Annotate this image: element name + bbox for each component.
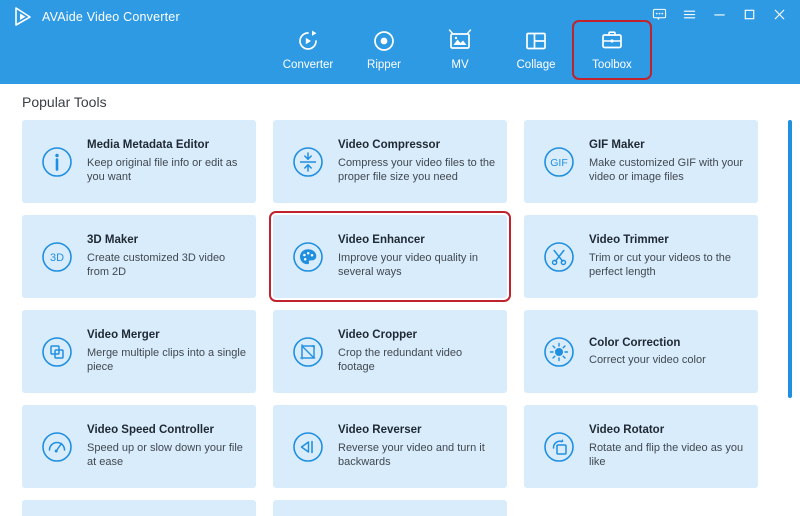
tool-desc: Trim or cut your videos to the perfect l… [589, 251, 732, 279]
tool-card-video-speed-controller[interactable]: Video Speed Controller Speed up or slow … [22, 405, 256, 488]
main-nav: Converter Ripper MV Collage Toolbox [0, 20, 800, 84]
tools-panel: Popular Tools Media Metadata Editor Keep… [0, 84, 800, 516]
tool-card-video-merger[interactable]: Video Merger Merge multiple clips into a… [22, 310, 256, 393]
tool-card-video-compressor[interactable]: Video Compressor Compress your video fil… [273, 120, 507, 203]
gif-circle-icon: GIF [542, 145, 576, 179]
convert-arrows-icon [295, 27, 321, 55]
tool-card-video-trimmer[interactable]: Video Trimmer Trim or cut your videos to… [524, 215, 758, 298]
tool-desc: Improve your video quality in several wa… [338, 251, 479, 279]
crop-icon [291, 335, 325, 369]
tool-desc: Keep original file info or edit as you w… [87, 156, 238, 184]
tool-card-video-cropper[interactable]: Video Cropper Crop the redundant video f… [273, 310, 507, 393]
tool-title: Color Correction [589, 336, 681, 349]
tool-desc: Rotate and flip the video as you like [589, 441, 744, 469]
tool-title: GIF Maker [589, 139, 645, 152]
rotate-icon [542, 430, 576, 464]
vertical-scrollbar[interactable] [787, 120, 793, 512]
tool-title: Video Reverser [338, 424, 422, 437]
tool-card-video-reverser[interactable]: Video Reverser Reverse your video and tu… [273, 405, 507, 488]
tool-desc: Speed up or slow down your file at ease [87, 441, 243, 469]
tool-card-next-row-1[interactable] [22, 500, 256, 516]
rewind-icon [291, 430, 325, 464]
tool-card-media-metadata-editor[interactable]: Media Metadata Editor Keep original file… [22, 120, 256, 203]
tool-card-next-row-2[interactable] [273, 500, 507, 516]
tool-card-3d-maker[interactable]: 3D 3D Maker Create customized 3D video f… [22, 215, 256, 298]
tool-title: Video Cropper [338, 329, 418, 342]
svg-text:GIF: GIF [550, 157, 568, 169]
merge-squares-icon [40, 335, 74, 369]
svg-text:3D: 3D [50, 252, 64, 264]
layout-grid-icon [523, 27, 549, 55]
tool-title: Video Trimmer [589, 234, 669, 247]
tool-title: 3D Maker [87, 234, 139, 247]
nav-label: MV [451, 59, 469, 71]
nav-item-mv[interactable]: MV [422, 22, 498, 78]
tool-title: Video Compressor [338, 139, 441, 152]
tool-desc: Crop the redundant video footage [338, 346, 463, 374]
brightness-sun-icon [542, 335, 576, 369]
tool-title: Video Merger [87, 329, 160, 342]
tools-grid: Media Metadata Editor Keep original file… [22, 120, 758, 516]
nav-label: Collage [516, 59, 556, 71]
tool-desc: Merge multiple clips into a single piece [87, 346, 246, 374]
page-title: Popular Tools [22, 94, 107, 110]
tool-card-gif-maker[interactable]: GIF GIF Maker Make customized GIF with y… [524, 120, 758, 203]
tool-title: Video Speed Controller [87, 424, 214, 437]
tool-desc: Create customized 3D video from 2D [87, 251, 226, 279]
nav-item-toolbox[interactable]: Toolbox [572, 20, 652, 80]
tool-card-video-rotator[interactable]: Video Rotator Rotate and flip the video … [524, 405, 758, 488]
tool-desc: Reverse your video and turn it backwards [338, 441, 485, 469]
scrollbar-thumb[interactable] [788, 120, 792, 398]
nav-label: Toolbox [592, 59, 632, 71]
tool-title: Video Rotator [589, 424, 665, 437]
nav-item-ripper[interactable]: Ripper [346, 22, 422, 78]
app-window: AVAide Video Converter Converter Ripper … [0, 0, 800, 516]
photo-frame-icon [447, 27, 473, 55]
tool-desc: Correct your video color [589, 353, 706, 366]
nav-label: Converter [282, 59, 334, 71]
scissors-icon [542, 240, 576, 274]
info-circle-icon [40, 145, 74, 179]
tool-card-video-enhancer[interactable]: Video Enhancer Improve your video qualit… [269, 211, 511, 302]
disc-icon [371, 27, 397, 55]
tool-title: Video Enhancer [338, 234, 425, 247]
nav-label: Ripper [367, 59, 401, 71]
speedometer-icon [40, 430, 74, 464]
3d-circle-icon: 3D [40, 240, 74, 274]
nav-item-collage[interactable]: Collage [498, 22, 574, 78]
tool-card-color-correction[interactable]: Color Correction Correct your video colo… [524, 310, 758, 393]
toolbox-icon [599, 27, 625, 55]
palette-icon [291, 240, 325, 274]
tool-desc: Make customized GIF with your video or i… [589, 156, 744, 184]
compress-arrows-icon [291, 145, 325, 179]
tool-desc: Compress your video files to the proper … [338, 156, 496, 184]
nav-item-converter[interactable]: Converter [270, 22, 346, 78]
tool-title: Media Metadata Editor [87, 139, 210, 152]
title-bar: AVAide Video Converter Converter Ripper … [0, 0, 800, 84]
